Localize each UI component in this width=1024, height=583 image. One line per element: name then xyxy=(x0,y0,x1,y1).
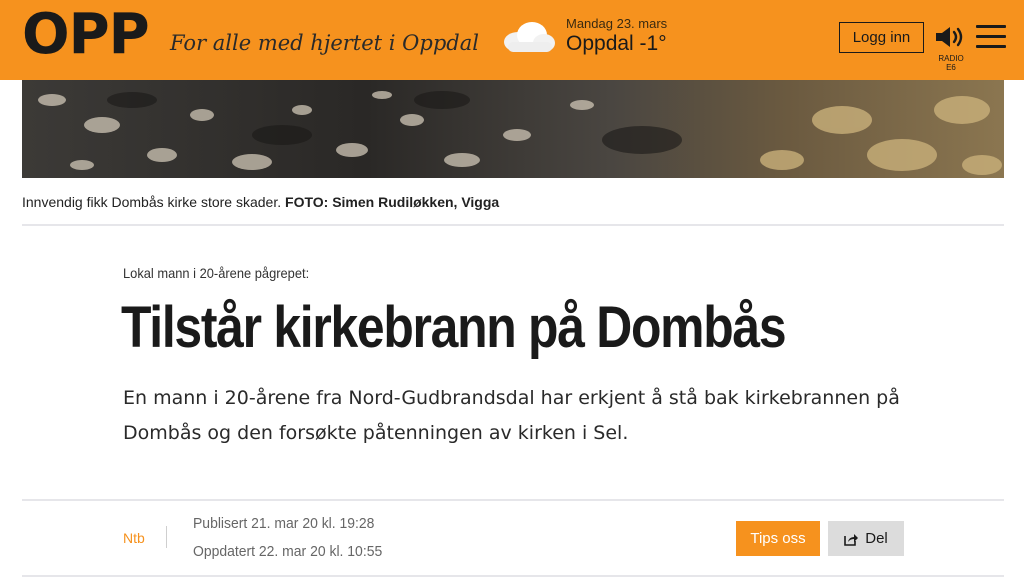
speaker-icon xyxy=(936,27,963,47)
login-button[interactable]: Logg inn xyxy=(839,22,924,53)
article-photo xyxy=(22,80,1004,178)
radio-label: RADIO E6 xyxy=(938,54,964,72)
article-lead: En mann i 20-årene fra Nord-Gudbrandsdal… xyxy=(123,387,900,444)
site-header: OPP For alle med hjertet i Oppdal Mandag… xyxy=(0,0,1024,80)
divider xyxy=(22,575,1004,577)
share-label: Del xyxy=(865,530,888,547)
article-author[interactable]: Ntb xyxy=(123,530,145,546)
article-kicker: Lokal mann i 20-årene pågrepet: xyxy=(123,265,310,281)
updated-date: Oppdatert 22. mar 20 kl. 10:55 xyxy=(193,543,383,560)
weather-date: Mandag 23. mars xyxy=(566,16,668,31)
photo-credit: FOTO: Simen Rudiløkken, Vigga xyxy=(285,194,500,210)
meta-divider xyxy=(166,526,167,548)
article-title: Tilstår kirkebrann på Dombås xyxy=(121,295,787,360)
hamburger-menu-icon[interactable] xyxy=(976,25,1006,49)
cloud-icon xyxy=(504,22,555,52)
share-button[interactable]: Del xyxy=(828,521,904,556)
divider xyxy=(22,224,1004,226)
share-icon xyxy=(844,533,859,546)
published-date: Publisert 21. mar 20 kl. 19:28 xyxy=(193,515,375,532)
tips-button[interactable]: Tips oss xyxy=(736,521,820,556)
radio-button[interactable]: RADIO E6 xyxy=(934,24,968,72)
divider xyxy=(22,499,1004,501)
site-logo[interactable]: OPP xyxy=(22,4,150,66)
photo-caption-text: Innvendig fikk Dombås kirke store skader… xyxy=(22,194,282,210)
weather-location-temp[interactable]: Oppdal -1° xyxy=(566,32,667,56)
photo-caption: Innvendig fikk Dombås kirke store skader… xyxy=(22,194,499,210)
site-slogan: For alle med hjertet i Oppdal xyxy=(170,31,479,55)
